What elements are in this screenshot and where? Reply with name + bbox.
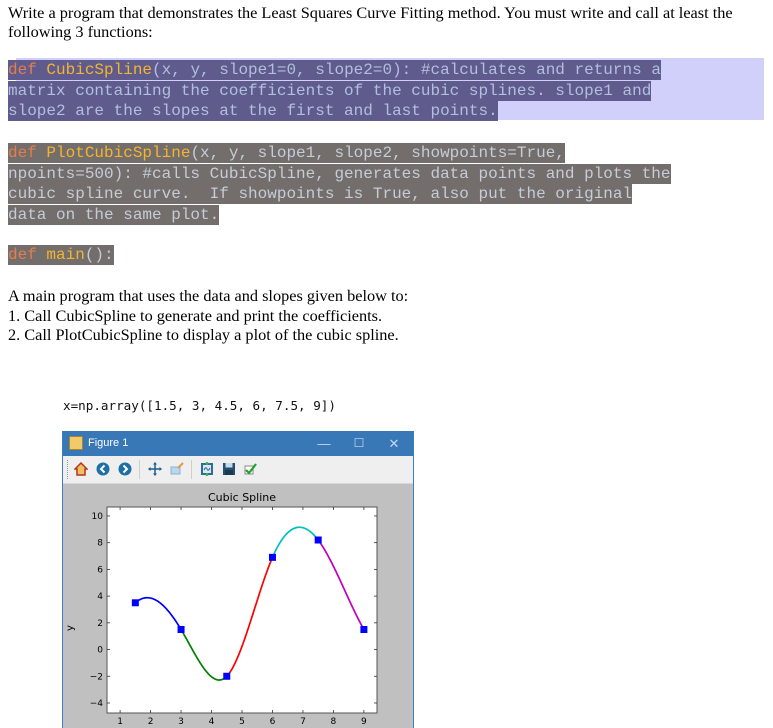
back-icon[interactable] (95, 461, 111, 477)
main-step-2: 2. Call PlotCubicSpline to display a plo… (8, 325, 399, 344)
code-text: (x, y, slope1=0, slope2=0): #calculates … (152, 61, 661, 79)
matplotlib-app-icon (69, 436, 83, 450)
code-line: def PlotCubicSpline(x, y, slope1, slope2… (8, 143, 671, 164)
code-text: (x, y, slope1, slope2, showpoints=True, (190, 144, 565, 162)
code-text: data on the same plot. (8, 205, 220, 224)
x-tick-label: 9 (361, 717, 367, 727)
y-tick-label: 2 (97, 619, 103, 629)
code-function-name: PlotCubicSpline (46, 144, 191, 162)
code-block-plotcubicspline: def PlotCubicSpline(x, y, slope1, slope2… (8, 143, 671, 225)
x-tick-label: 2 (148, 717, 154, 727)
code-line-text: matrix containing the coefficients of th… (8, 80, 652, 101)
figure-window: Figure 1 — ☐ ✕ Cubic Spline 1 2 3 4 5 6 7 8 9 10 8… (62, 431, 414, 728)
data-point-marker (268, 553, 276, 561)
y-tick-label: 8 (97, 539, 103, 549)
edit-axes-icon[interactable] (243, 461, 259, 477)
configure-subplots-icon[interactable] (199, 461, 215, 477)
cubic-spline-chart: Cubic Spline 1 2 3 4 5 6 7 8 9 10 8 6 4 2 0 −2 −4 y (65, 491, 378, 727)
main-step-1: 1. Call CubicSpline to generate and prin… (8, 305, 383, 325)
chart-title: Cubic Spline (208, 491, 276, 504)
y-tick-label: 6 (97, 565, 103, 575)
code-line: cubic spline curve. If showpoints is Tru… (8, 184, 671, 205)
code-line: slope2 are the slopes at the first and l… (8, 101, 661, 122)
x-tick-label: 5 (239, 717, 245, 727)
intro-text: Write a program that demonstrates the Le… (8, 3, 733, 41)
save-icon[interactable] (221, 461, 237, 477)
y-tick-label: 0 (97, 646, 103, 656)
y-tick-label: −4 (90, 699, 104, 709)
code-text: slope2 are the slopes at the first and l… (8, 102, 498, 120)
plot-area (106, 506, 378, 714)
x-tick-label: 3 (178, 717, 184, 727)
data-point-marker (177, 626, 185, 634)
y-tick-label: −2 (90, 672, 103, 682)
code-line-text: def CubicSpline(x, y, slope1=0, slope2=0… (8, 60, 661, 80)
code-line: data on the same plot. (8, 204, 671, 226)
x-tick-label: 7 (300, 717, 306, 727)
x-tick-label: 6 (270, 717, 276, 727)
y-tick-label: 10 (92, 512, 104, 522)
code-line: def main(): (8, 245, 114, 266)
main-description: A main program that uses the data and sl… (8, 286, 408, 345)
code-keyword: def (8, 144, 47, 162)
data-point-marker (360, 626, 368, 634)
code-text: npoints=500): #calls CubicSpline, genera… (8, 164, 671, 183)
figure-titlebar[interactable]: Figure 1 — ☐ ✕ (63, 431, 413, 456)
code-x-array: x=np.array([1.5, 3, 4.5, 6, 7.5, 9]) (63, 398, 336, 414)
code-line-text: slope2 are the slopes at the first and l… (8, 101, 498, 121)
home-icon[interactable] (73, 461, 89, 477)
toolbar-separator (191, 460, 192, 479)
code-function-name: CubicSpline (46, 61, 153, 79)
code-text: matrix containing the coefficients of th… (8, 81, 652, 100)
toolbar-separator (139, 460, 140, 479)
data-point-marker (131, 599, 139, 607)
data-point-marker (314, 536, 322, 544)
code-line: npoints=500): #calls CubicSpline, genera… (8, 163, 671, 185)
y-tick-label: 4 (97, 592, 103, 602)
close-button[interactable]: ✕ (379, 434, 409, 453)
code-line-text: def main(): (8, 245, 114, 265)
code-text: (): (84, 246, 114, 264)
code-keyword: def (8, 61, 47, 79)
code-line-text: def PlotCubicSpline(x, y, slope1, slope2… (8, 143, 565, 163)
main-description-lead: A main program that uses the data and sl… (8, 286, 409, 305)
code-line: def CubicSpline(x, y, slope1=0, slope2=0… (8, 60, 661, 81)
code-keyword: def (8, 246, 47, 264)
pan-icon[interactable] (147, 461, 163, 477)
x-tick-label: 1 (117, 717, 123, 727)
data-point-marker (223, 672, 231, 680)
zoom-icon[interactable] (169, 461, 185, 477)
x-tick-label: 8 (331, 717, 337, 727)
x-tick-label: 4 (209, 717, 215, 727)
forward-icon[interactable] (117, 461, 133, 477)
code-text: cubic spline curve. If showpoints is Tru… (8, 185, 633, 203)
code-line-text: cubic spline curve. If showpoints is Tru… (8, 184, 633, 204)
y-axis-label: y (65, 625, 76, 631)
figure-toolbar (63, 456, 413, 484)
code-block-cubicspline: def CubicSpline(x, y, slope1=0, slope2=0… (8, 60, 661, 122)
code-line-text: npoints=500): #calls CubicSpline, genera… (8, 163, 671, 184)
figure-title: Figure 1 (88, 437, 129, 449)
maximize-button[interactable]: ☐ (344, 434, 374, 453)
code-line-text: data on the same plot. (8, 204, 220, 225)
code-function-name: main (46, 246, 85, 264)
toolbar-grip[interactable] (67, 460, 69, 479)
code-block-main: def main(): (8, 245, 114, 266)
code-line: matrix containing the coefficients of th… (8, 80, 661, 102)
minimize-button[interactable]: — (309, 434, 339, 453)
